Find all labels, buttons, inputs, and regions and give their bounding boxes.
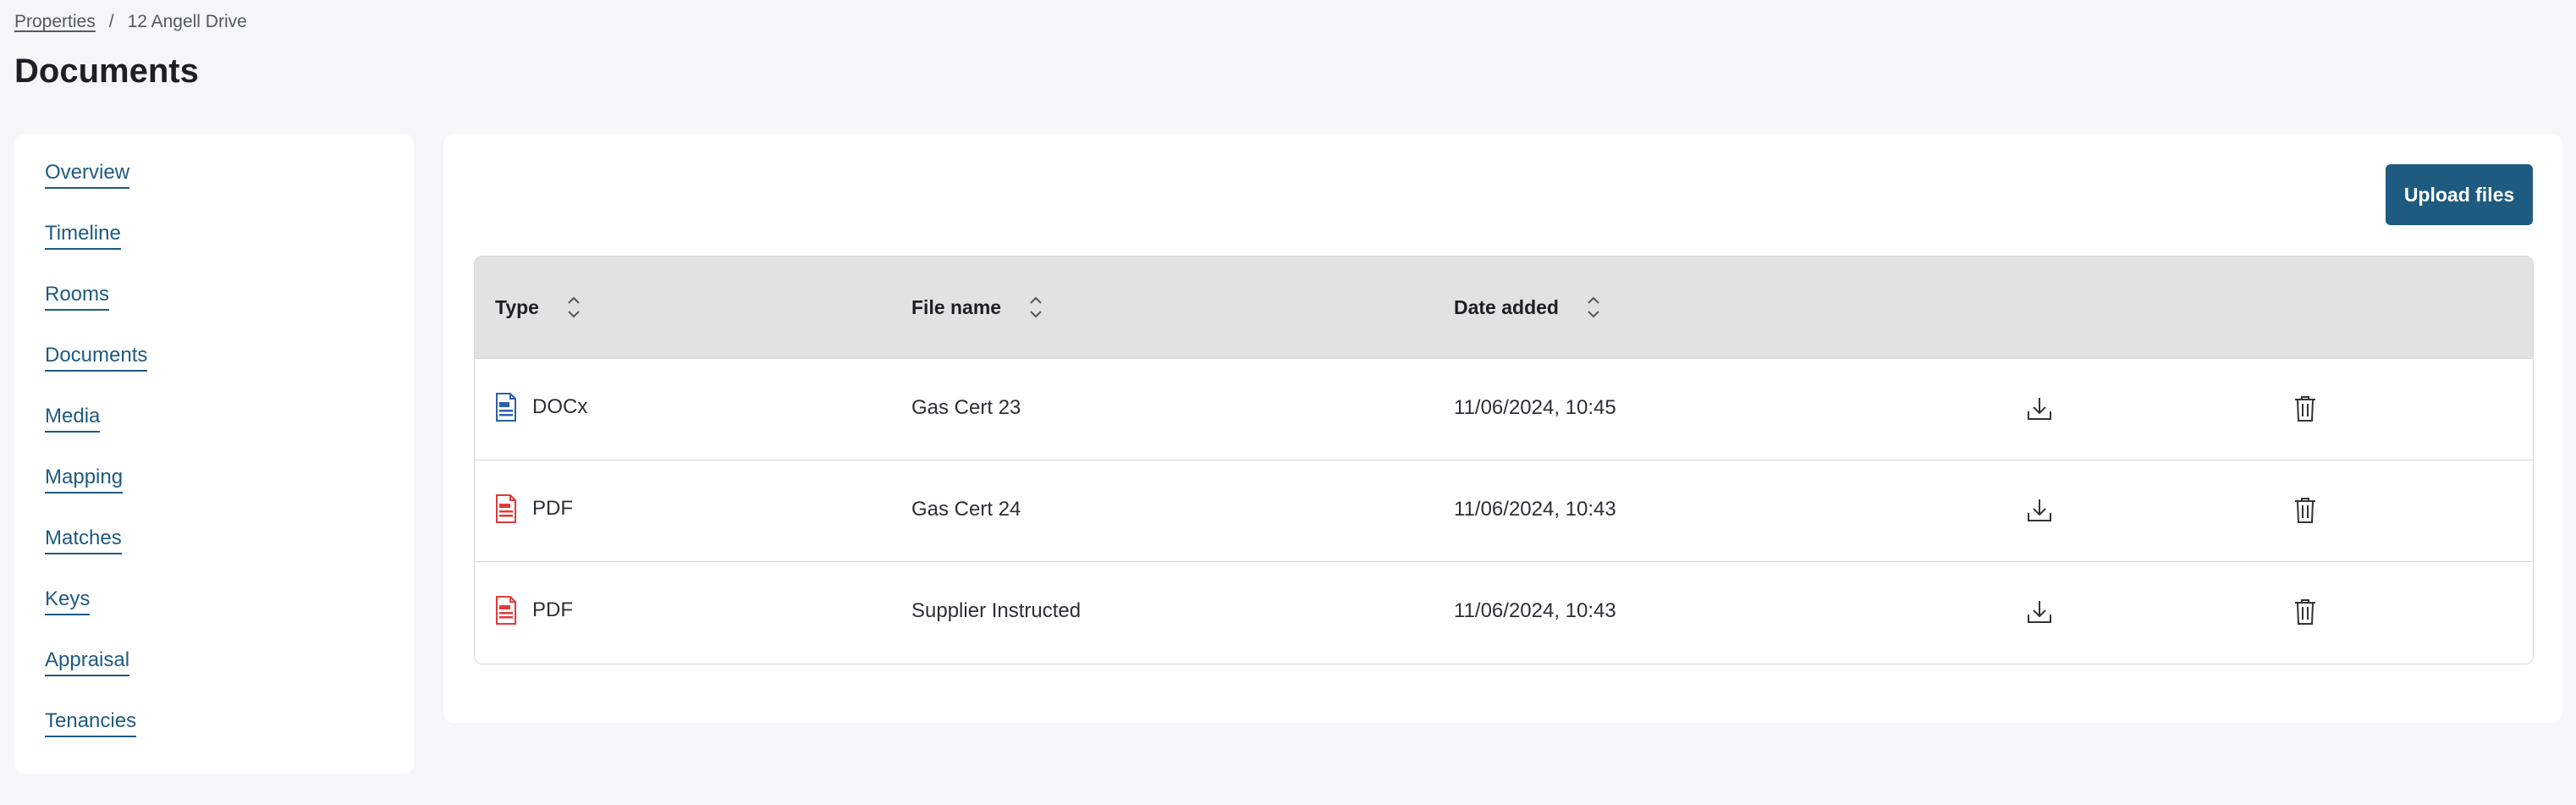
column-header-file-name[interactable]: File name bbox=[911, 294, 1043, 321]
sidebar: Overview Timeline Rooms Documents Media … bbox=[14, 134, 414, 774]
sidebar-item-label: Timeline bbox=[45, 222, 121, 251]
file-name-cell: Supplier Instructed bbox=[911, 599, 1082, 622]
column-header-label: File name bbox=[911, 295, 1002, 318]
download-icon bbox=[2028, 398, 2051, 420]
sidebar-item-label: Overview bbox=[45, 161, 130, 190]
breadcrumb-separator: / bbox=[108, 12, 114, 31]
sidebar-item-media[interactable]: Media bbox=[45, 405, 414, 466]
download-button[interactable] bbox=[2023, 393, 2056, 425]
table-row: PDF Gas Cert 24 11/06/2024, 10:43 bbox=[475, 460, 2533, 562]
pdf-file-icon bbox=[496, 494, 516, 523]
trash-icon bbox=[2295, 599, 2315, 625]
delete-button[interactable] bbox=[2289, 596, 2321, 628]
type-label: DOCx bbox=[532, 395, 588, 418]
sidebar-item-rooms[interactable]: Rooms bbox=[45, 283, 414, 344]
sidebar-item-mapping[interactable]: Mapping bbox=[45, 466, 414, 527]
type-cell: DOCx bbox=[495, 393, 587, 422]
column-header-date-added[interactable]: Date added bbox=[1454, 294, 1601, 321]
sidebar-item-documents[interactable]: Documents bbox=[45, 344, 414, 405]
sort-icon bbox=[1030, 296, 1042, 318]
type-cell: PDF bbox=[495, 494, 573, 523]
type-label: PDF bbox=[532, 598, 573, 621]
sidebar-item-label: Tenancies bbox=[45, 709, 137, 738]
column-header-type[interactable]: Type bbox=[495, 294, 581, 321]
breadcrumb-current: 12 Angell Drive bbox=[127, 12, 247, 31]
sidebar-item-keys[interactable]: Keys bbox=[45, 587, 414, 648]
date-added-cell: 11/06/2024, 10:45 bbox=[1454, 396, 1616, 419]
delete-button[interactable] bbox=[2289, 494, 2321, 527]
sidebar-item-label: Rooms bbox=[45, 283, 110, 312]
sidebar-item-label: Matches bbox=[45, 527, 122, 555]
page-title: Documents bbox=[14, 52, 199, 90]
download-icon bbox=[2028, 601, 2051, 623]
upload-files-button[interactable]: Upload files bbox=[2386, 164, 2533, 225]
breadcrumb: Properties / 12 Angell Drive bbox=[14, 12, 247, 32]
table-row: DOCx Gas Cert 23 11/06/2024, 10:45 bbox=[475, 359, 2533, 460]
type-cell: PDF bbox=[495, 596, 573, 625]
sidebar-item-label: Mapping bbox=[45, 466, 124, 494]
sidebar-item-label: Keys bbox=[45, 587, 91, 616]
sidebar-item-label: Documents bbox=[45, 344, 148, 372]
sidebar-item-overview[interactable]: Overview bbox=[45, 161, 414, 222]
date-added-cell: 11/06/2024, 10:43 bbox=[1454, 599, 1616, 622]
download-icon bbox=[2028, 499, 2051, 521]
sidebar-item-tenancies[interactable]: Tenancies bbox=[45, 709, 414, 770]
download-button[interactable] bbox=[2023, 494, 2056, 527]
docx-file-icon bbox=[496, 393, 516, 422]
download-button[interactable] bbox=[2023, 596, 2056, 628]
sidebar-item-label: Media bbox=[45, 405, 101, 433]
trash-icon bbox=[2295, 396, 2315, 422]
documents-table: Type File name Date added DOCx Gas Cert … bbox=[474, 256, 2534, 664]
sidebar-item-timeline[interactable]: Timeline bbox=[45, 222, 414, 283]
column-header-label: Date added bbox=[1454, 295, 1559, 318]
breadcrumb-link-properties[interactable]: Properties bbox=[14, 12, 96, 32]
date-added-cell: 11/06/2024, 10:43 bbox=[1454, 498, 1616, 521]
delete-button[interactable] bbox=[2289, 393, 2321, 425]
table-header: Type File name Date added bbox=[475, 256, 2533, 359]
pdf-file-icon bbox=[496, 596, 516, 625]
documents-panel: Upload files Type File name Date added D… bbox=[443, 134, 2562, 723]
table-row: PDF Supplier Instructed 11/06/2024, 10:4… bbox=[475, 562, 2533, 664]
column-header-label: Type bbox=[495, 295, 539, 318]
file-name-cell: Gas Cert 23 bbox=[911, 396, 1021, 419]
file-name-cell: Gas Cert 24 bbox=[911, 498, 1021, 521]
sidebar-item-appraisal[interactable]: Appraisal bbox=[45, 648, 414, 709]
sidebar-item-matches[interactable]: Matches bbox=[45, 527, 414, 587]
sort-icon bbox=[568, 296, 580, 318]
type-label: PDF bbox=[532, 497, 573, 520]
sidebar-item-label: Appraisal bbox=[45, 648, 130, 677]
trash-icon bbox=[2295, 498, 2315, 523]
sort-icon bbox=[1588, 296, 1599, 318]
